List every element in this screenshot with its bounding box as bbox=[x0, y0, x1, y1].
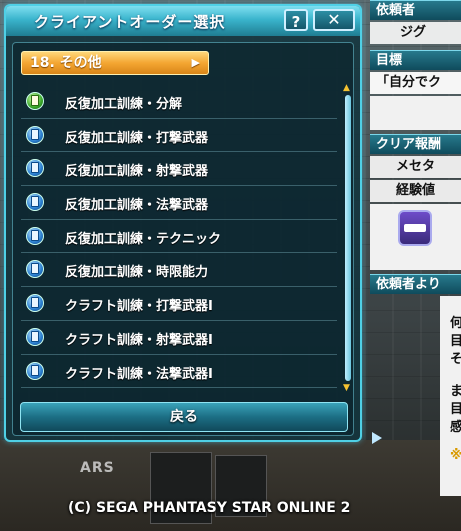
from-client-header: 依頼者より bbox=[370, 274, 461, 294]
objective-header: 目標 bbox=[370, 50, 461, 70]
from-client-text: 目 bbox=[450, 402, 461, 417]
order-item[interactable]: 反復加工訓練・打撃武器 bbox=[21, 119, 337, 153]
triangle-right-icon: ▶ bbox=[191, 56, 200, 69]
order-document-icon bbox=[26, 294, 44, 313]
from-client-text: ※ bbox=[450, 448, 461, 463]
order-item[interactable]: クラフト訓練・打撃武器Ⅰ bbox=[21, 287, 337, 321]
from-client-text: 目 bbox=[450, 334, 461, 349]
order-item[interactable]: 反復加工訓練・テクニック bbox=[21, 220, 337, 254]
category-selector[interactable]: 18. その他 ▶ bbox=[21, 51, 209, 75]
scroll-down-arrow-icon[interactable]: ▼ bbox=[343, 383, 350, 393]
client-order-dialog: クライアントオーダー選択 ? ✕ 18. その他 ▶ 反復加工訓練・分解 反復加… bbox=[4, 4, 362, 442]
client-header: 依頼者 bbox=[370, 0, 461, 20]
dialog-title: クライアントオーダー選択 bbox=[34, 13, 226, 31]
background-sign: ARS bbox=[80, 460, 115, 476]
order-item[interactable]: 反復加工訓練・時限能力 bbox=[21, 253, 337, 288]
from-client-text: 何 bbox=[450, 316, 461, 331]
order-completed-icon bbox=[26, 92, 44, 110]
client-name: ジグ bbox=[370, 22, 461, 44]
order-item[interactable]: クラフト訓練・法撃武器Ⅰ bbox=[21, 355, 337, 389]
help-button[interactable]: ? bbox=[284, 9, 308, 31]
order-item[interactable]: クラフト訓練・射撃武器Ⅰ bbox=[21, 321, 337, 355]
reward-exp-label: 経験値 bbox=[370, 180, 461, 202]
order-document-icon bbox=[26, 159, 44, 178]
order-item[interactable]: 反復加工訓練・分解 bbox=[21, 85, 337, 119]
close-button[interactable]: ✕ bbox=[313, 9, 355, 31]
order-label: 反復加工訓練・テクニック bbox=[65, 231, 222, 247]
order-label: 反復加工訓練・射撃武器 bbox=[65, 164, 209, 180]
order-detail-panel: 依頼者 ジグ 目標 「自分でク クリア報酬 メセタ 経験値 依頼者より 何 目 … bbox=[370, 0, 461, 531]
order-label: クラフト訓練・法撃武器Ⅰ bbox=[65, 366, 213, 382]
order-document-icon bbox=[26, 125, 44, 144]
copyright-text: (C) SEGA PHANTASY STAR ONLINE 2 bbox=[68, 500, 351, 516]
order-document-icon bbox=[26, 260, 44, 279]
scrollbar-thumb[interactable] bbox=[345, 95, 351, 381]
order-item[interactable]: 反復加工訓練・射撃武器 bbox=[21, 152, 337, 187]
objective-body bbox=[370, 96, 461, 130]
scroll-up-arrow-icon[interactable]: ▲ bbox=[343, 83, 350, 93]
category-label: 18. その他 bbox=[30, 55, 102, 71]
order-label: クラフト訓練・射撃武器Ⅰ bbox=[65, 332, 213, 348]
order-document-icon bbox=[26, 226, 44, 245]
dialog-titlebar: クライアントオーダー選択 ? ✕ bbox=[6, 6, 360, 36]
objective-text: 「自分でク bbox=[370, 72, 461, 94]
reward-item-icon[interactable] bbox=[398, 210, 432, 246]
order-document-icon bbox=[26, 361, 44, 380]
back-button[interactable]: 戻る bbox=[20, 402, 348, 432]
from-client-text: そ bbox=[450, 352, 461, 367]
order-label: 反復加工訓練・分解 bbox=[65, 97, 183, 112]
reward-meseta-label: メセタ bbox=[370, 156, 461, 178]
reward-header: クリア報酬 bbox=[370, 134, 461, 154]
order-label: 反復加工訓練・法撃武器 bbox=[65, 198, 209, 214]
order-label: 反復加工訓練・打撃武器 bbox=[65, 130, 209, 146]
order-document-icon bbox=[26, 327, 44, 346]
order-list-frame: 18. その他 ▶ 反復加工訓練・分解 反復加工訓練・打撃武器 反復加工訓練・射… bbox=[12, 42, 354, 436]
from-client-text: 感 bbox=[450, 420, 461, 435]
order-list: 反復加工訓練・分解 反復加工訓練・打撃武器 反復加工訓練・射撃武器 反復加工訓練… bbox=[21, 85, 337, 389]
order-label: クラフト訓練・打撃武器Ⅰ bbox=[65, 299, 213, 315]
triangle-right-icon[interactable] bbox=[372, 432, 382, 444]
order-label: 反復加工訓練・時限能力 bbox=[65, 265, 209, 281]
order-document-icon bbox=[26, 193, 44, 212]
from-client-text: ま bbox=[450, 384, 461, 399]
order-item[interactable]: 反復加工訓練・法撃武器 bbox=[21, 186, 337, 220]
